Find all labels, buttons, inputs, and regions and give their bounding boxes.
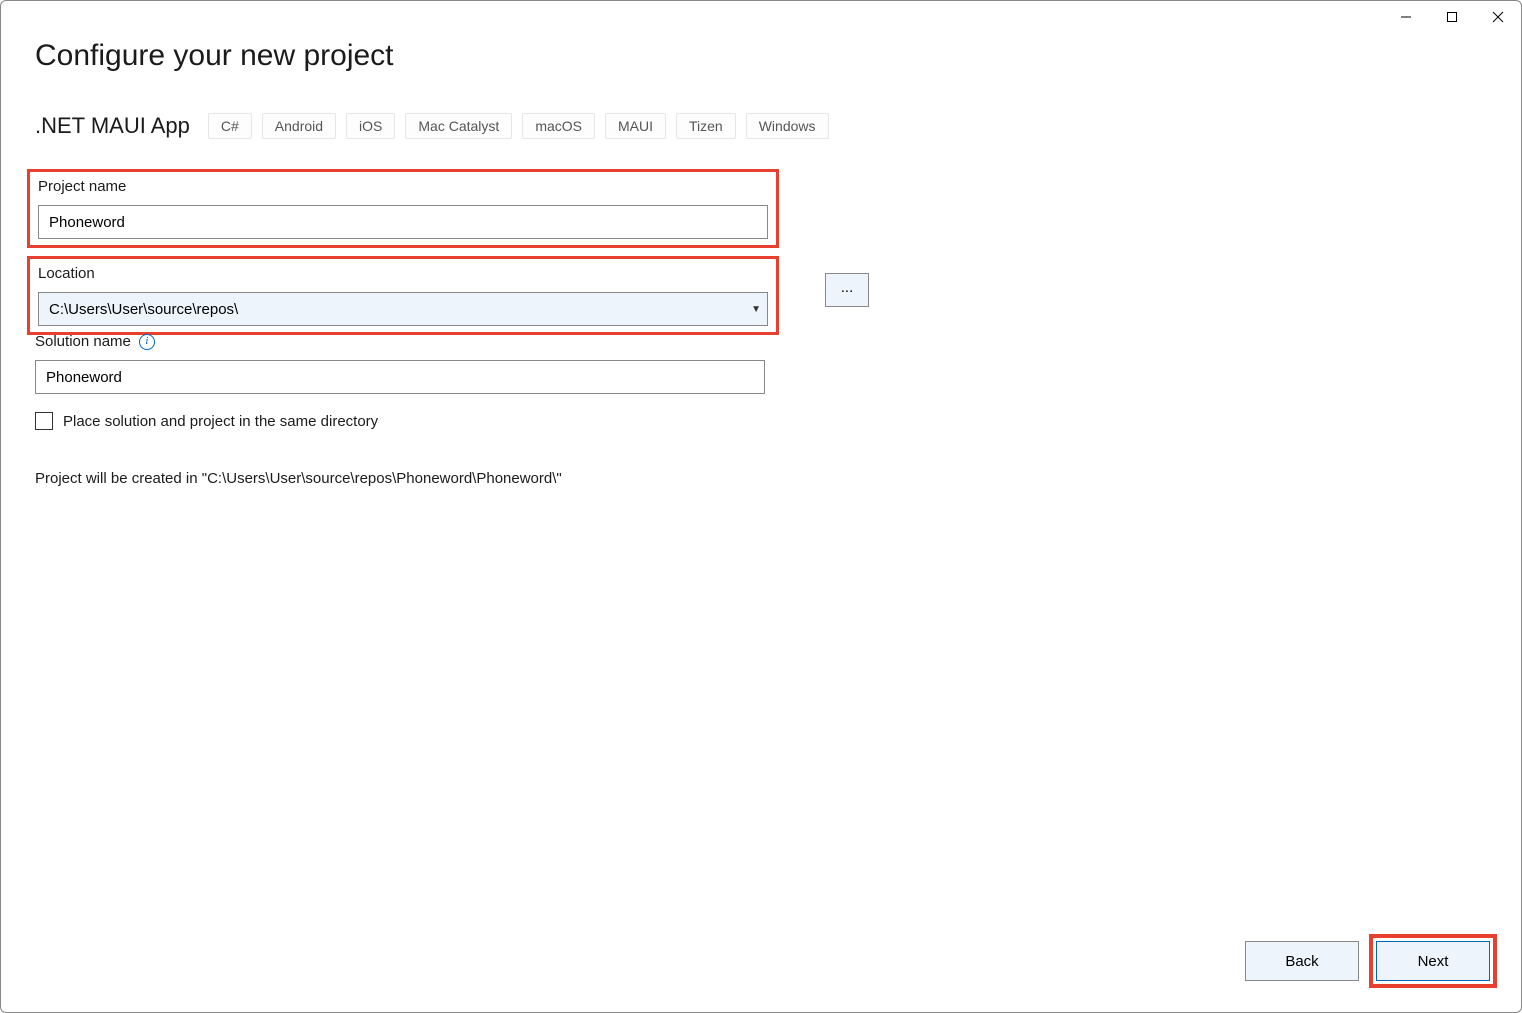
minimize-icon [1400,11,1412,23]
highlight-next: Next [1369,934,1497,988]
info-icon[interactable]: i [139,334,155,350]
page-title: Configure your new project [35,39,1487,73]
solution-name-label-text: Solution name [35,333,131,350]
tag-csharp: C# [208,113,252,139]
tag-tizen: Tizen [676,113,736,139]
project-name-label: Project name [38,178,768,195]
main-content: Configure your new project .NET MAUI App… [1,1,1521,487]
location-value: C:\Users\User\source\repos\ [49,301,751,318]
close-button[interactable] [1475,1,1521,33]
template-name: .NET MAUI App [35,113,190,139]
window-titlebar [1383,1,1521,33]
tag-list: C# Android iOS Mac Catalyst macOS MAUI T… [208,113,829,139]
close-icon [1492,11,1504,23]
location-group: Location C:\Users\User\source\repos\ ▼ [38,265,768,326]
tag-ios: iOS [346,113,395,139]
next-button[interactable]: Next [1376,941,1490,981]
location-row: C:\Users\User\source\repos\ ▼ [38,292,768,326]
tag-windows: Windows [746,113,829,139]
project-name-group: Project name [38,178,768,239]
footer-buttons: Back Next [1245,934,1497,988]
solution-name-label: Solution name i [35,333,1487,350]
location-label: Location [38,265,768,282]
tag-android: Android [262,113,336,139]
tag-mac-catalyst: Mac Catalyst [405,113,512,139]
maximize-icon [1446,11,1458,23]
highlight-project-name: Project name [27,169,779,248]
highlight-location: Location C:\Users\User\source\repos\ ▼ [27,256,779,335]
same-directory-label: Place solution and project in the same d… [63,413,378,430]
location-combobox[interactable]: C:\Users\User\source\repos\ ▼ [38,292,768,326]
minimize-button[interactable] [1383,1,1429,33]
back-button[interactable]: Back [1245,941,1359,981]
tag-macos: macOS [522,113,595,139]
project-path-info: Project will be created in "C:\Users\Use… [35,470,1487,487]
solution-name-input[interactable] [35,360,765,394]
same-directory-checkbox[interactable] [35,412,53,430]
browse-wrapper: ... [825,273,869,307]
tag-maui: MAUI [605,113,666,139]
template-header: .NET MAUI App C# Android iOS Mac Catalys… [35,113,1487,139]
chevron-down-icon: ▼ [751,304,761,315]
project-name-input[interactable] [38,205,768,239]
maximize-button[interactable] [1429,1,1475,33]
browse-button[interactable]: ... [825,273,869,307]
same-directory-row: Place solution and project in the same d… [35,412,1487,430]
solution-name-group: Solution name i [35,333,1487,394]
